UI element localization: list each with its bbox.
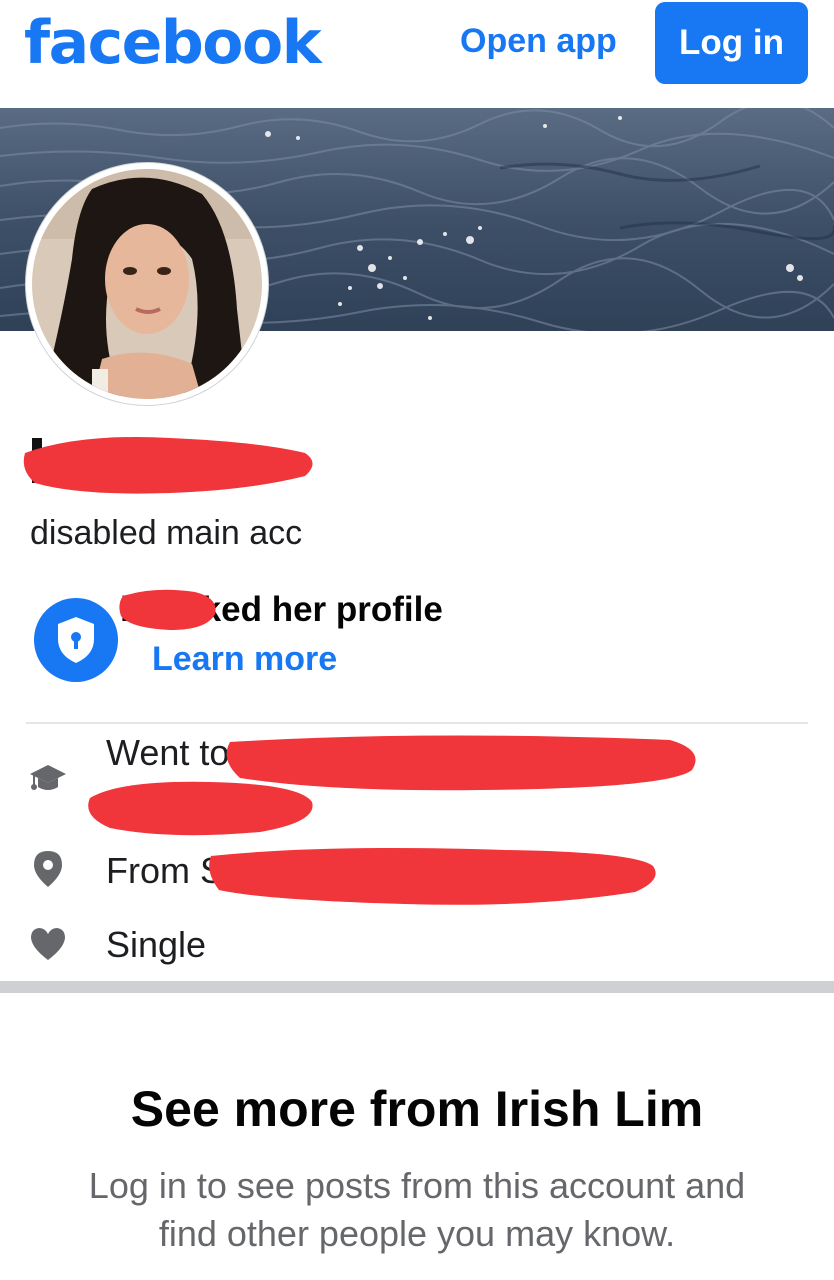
see-more-subtitle: Log in to see posts from this account an… <box>88 1165 746 1254</box>
profile-avatar[interactable] <box>26 163 268 405</box>
location-pin-icon <box>28 849 68 889</box>
heart-icon <box>28 924 68 964</box>
hometown-redaction <box>205 842 665 917</box>
graduation-cap-icon <box>28 758 68 798</box>
avatar-photo <box>32 169 262 399</box>
shield-lock-icon <box>34 598 118 682</box>
facebook-logo[interactable]: facebook <box>24 8 322 78</box>
top-bar: facebook Open app Log in <box>0 0 834 108</box>
section-separator <box>0 981 834 993</box>
learn-more-link[interactable]: Learn more <box>152 640 337 679</box>
profile-name-redaction <box>20 428 320 508</box>
lock-name-redaction <box>115 586 225 641</box>
section-divider <box>26 722 808 724</box>
login-button[interactable]: Log in <box>655 2 808 84</box>
education-redaction <box>80 730 710 855</box>
open-app-link[interactable]: Open app <box>460 22 617 61</box>
relationship-text: Single <box>106 924 207 965</box>
profile-bio: disabled main acc <box>30 514 303 552</box>
see-more-title: See more from Irish Lim <box>130 1081 704 1137</box>
